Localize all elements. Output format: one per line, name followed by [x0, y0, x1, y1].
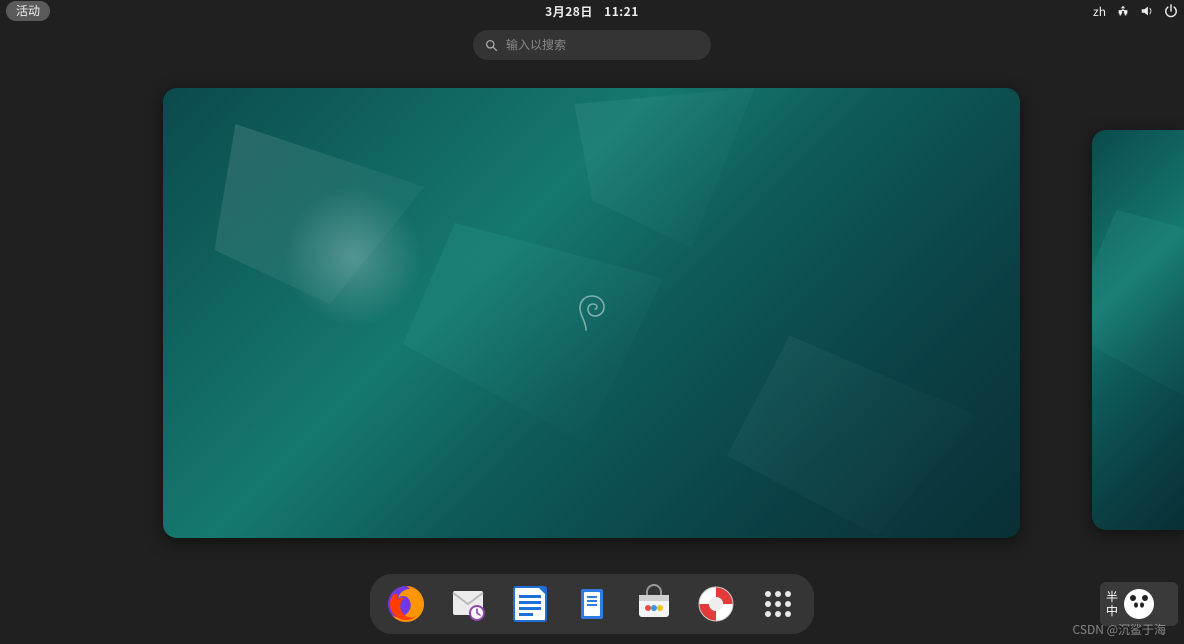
search-icon — [485, 39, 498, 52]
dock-app-files[interactable] — [570, 582, 614, 626]
activities-label: 活动 — [16, 2, 40, 19]
dock-app-libreoffice-writer[interactable] — [508, 582, 552, 626]
desktop-wallpaper — [1092, 130, 1184, 530]
input-method-indicator[interactable]: zh — [1093, 3, 1106, 20]
power-icon[interactable] — [1164, 4, 1178, 18]
ime-badge-text: 半 中 — [1106, 590, 1118, 618]
system-tray: zh — [1093, 3, 1178, 20]
top-panel: 活动 3月28日 11:21 zh — [0, 0, 1184, 22]
files-icon — [571, 583, 613, 625]
workspaces-overview — [0, 88, 1184, 546]
clock-date: 3月28日 — [545, 3, 593, 20]
workspace-1[interactable] — [163, 88, 1020, 538]
software-store-icon — [633, 583, 675, 625]
app-grid-icon — [765, 591, 791, 617]
document-writer-icon — [509, 583, 551, 625]
volume-icon[interactable] — [1140, 4, 1154, 18]
search-bar[interactable] — [473, 30, 711, 60]
workspace-2[interactable] — [1092, 130, 1184, 530]
dock-app-software[interactable] — [632, 582, 676, 626]
activities-button[interactable]: 活动 — [6, 1, 50, 21]
desktop-wallpaper — [163, 88, 1020, 538]
clock-time: 11:21 — [604, 3, 639, 20]
dock — [370, 574, 814, 634]
debian-swirl-icon — [575, 292, 609, 334]
network-icon[interactable] — [1116, 4, 1130, 18]
help-lifebuoy-icon — [695, 583, 737, 625]
firefox-icon — [385, 583, 427, 625]
show-applications-button[interactable] — [756, 582, 800, 626]
dock-app-mail[interactable] — [446, 582, 490, 626]
dock-app-help[interactable] — [694, 582, 738, 626]
panda-icon — [1124, 589, 1154, 619]
search-input[interactable] — [506, 38, 699, 52]
watermark-text: CSDN @沉鲨于海 — [1073, 621, 1166, 638]
mail-icon — [447, 583, 489, 625]
ime-panda-badge[interactable]: 半 中 — [1100, 582, 1178, 626]
clock[interactable]: 3月28日 11:21 — [541, 3, 643, 20]
dock-app-firefox[interactable] — [384, 582, 428, 626]
